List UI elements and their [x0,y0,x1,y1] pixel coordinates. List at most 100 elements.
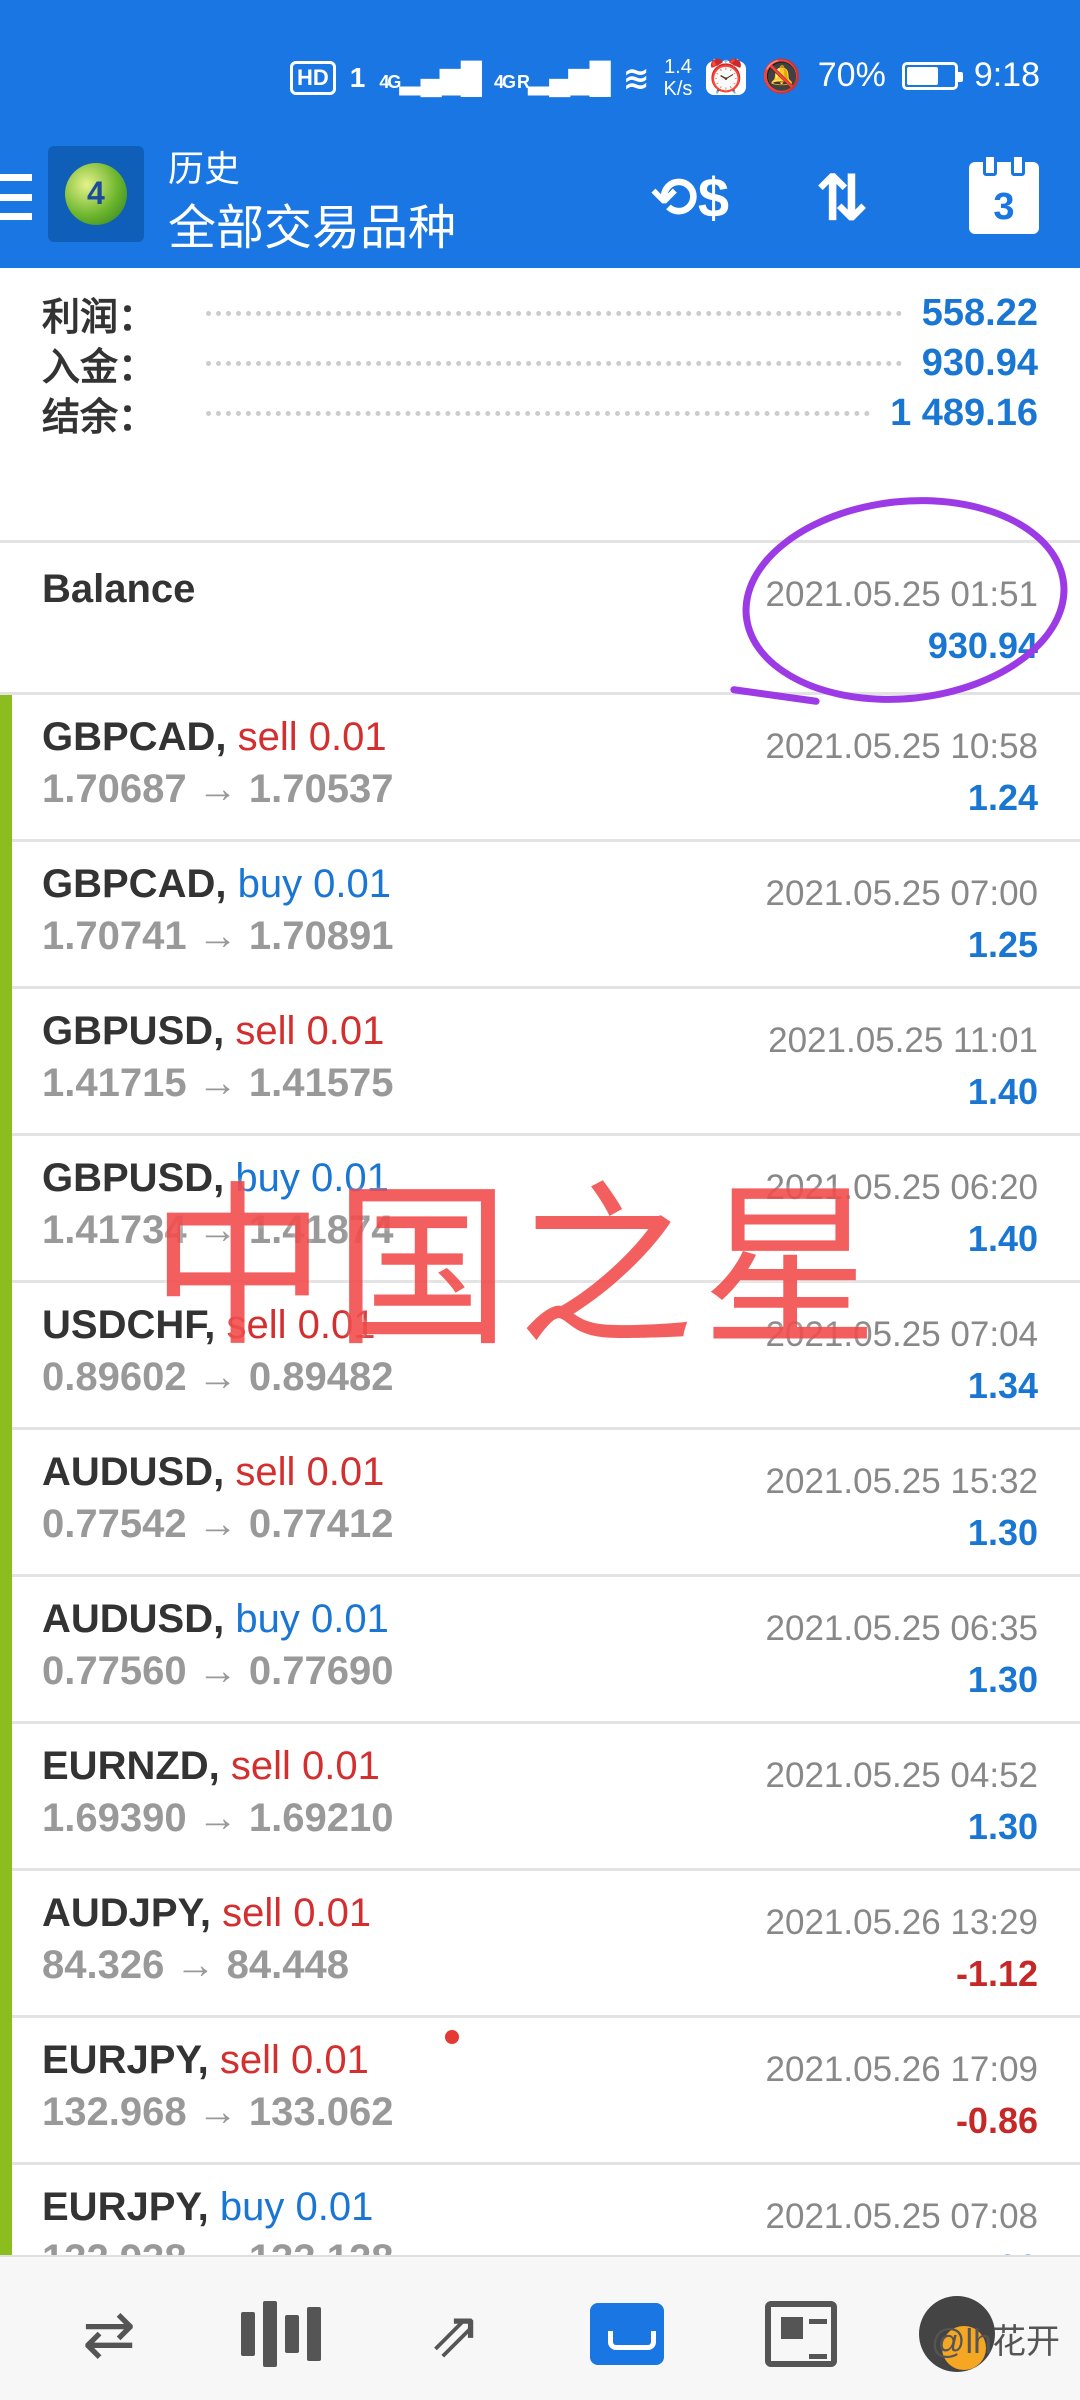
trade-time: 2021.05.25 06:35 [765,1609,1038,1648]
close-price: 0.77690 [248,1649,394,1693]
menu-icon[interactable] [0,174,32,220]
close-price: 1.70891 [248,914,394,958]
history-icon[interactable] [582,2289,672,2379]
status-right: ⏰ 🔕 70% 9:18 [706,56,1040,95]
trade-row[interactable]: EURJPY, buy 0.01 132.938 → 133.128 2021.05… [0,2165,1080,2255]
trade-type: sell 0.01 [237,715,387,759]
trade-prices: 1.70741 → 1.70891 [42,914,393,959]
close-price: 133.128 [249,2237,394,2255]
trade-indicator-bar [0,842,12,989]
trade-row[interactable]: GBPCAD, buy 0.01 1.70741 → 1.70891 2021.05… [0,842,1080,989]
balance-value: 1 489.16 [890,391,1038,434]
trade-symbol: GBPUSD, sell 0.01 [42,1009,385,1053]
open-price: 84.326 [42,1943,165,1987]
open-price: 1.41715 [42,1061,187,1105]
dotted-leader [206,310,902,316]
symbol-filter[interactable]: 全部交易品种 [168,188,456,258]
dollar-cycle-icon: ⟲$ [650,166,730,229]
chart-icon[interactable] [236,2289,326,2379]
trade-symbol: AUDUSD, sell 0.01 [42,1450,385,1494]
trade-row[interactable]: EURNZD, sell 0.01 1.69390 → 1.69210 2021.0… [0,1724,1080,1871]
arrow-right-icon: → [197,914,238,958]
trade-prices: 132.938 → 133.128 [42,2237,393,2255]
trade-profit: 1.90 [968,2247,1038,2255]
trade-profit: 1.25 [967,924,1038,965]
trade-type: buy 0.01 [219,2185,374,2229]
trade-time: 2021.05.26 13:29 [765,1903,1038,1942]
trade-time: 2021.05.26 17:09 [765,2050,1038,2089]
watermark-text: 中国之星 [150,1166,887,1371]
arrow-right-icon: → [197,767,238,811]
trade-type: sell 0.01 [219,2038,369,2082]
open-price: 1.70741 [42,914,187,958]
sort-icon: ⇅ [815,161,869,234]
open-price: 0.77560 [42,1649,187,1693]
trade-time: 2021.05.25 15:32 [765,1462,1038,1501]
trade-prices: 0.77542 → 0.77412 [42,1502,393,1547]
trade-profit: 1.34 [967,1365,1038,1406]
trade-symbol: AUDJPY, sell 0.01 [42,1891,372,1935]
trade-time: 2021.05.25 11:01 [768,1021,1038,1060]
trade-symbol: AUDUSD, buy 0.01 [42,1597,389,1641]
trade-row[interactable]: AUDJPY, sell 0.01 84.326 → 84.448 2021.05.… [0,1871,1080,2018]
news-icon[interactable] [756,2289,846,2379]
close-price: 1.41575 [248,1061,394,1105]
trade-indicator-bar [0,2018,12,2165]
trade-time: 2021.05.25 04:52 [765,1756,1038,1795]
arrow-right-icon: → [198,2237,238,2255]
period-button[interactable]: 3 [962,154,1046,240]
open-price: 132.968 [42,2090,187,2134]
network-speed: 1.4 K/s [663,56,693,100]
deposit-filter-button[interactable]: ⟲$ [648,156,732,240]
close-price: 1.70537 [248,767,394,811]
trade-row[interactable]: GBPCAD, sell 0.01 1.70687 → 1.70537 2021.0… [0,695,1080,842]
clock: 9:18 [973,56,1040,94]
trade-indicator-bar [0,2165,12,2255]
trade-row[interactable]: EURJPY, sell 0.01 132.968 → 133.062 2021.0… [0,2018,1080,2165]
page-title: 历史 [168,148,241,189]
open-price: 1.70687 [42,767,187,811]
battery-icon [901,61,963,90]
alarm-icon: ⏰ [706,57,746,94]
trade-symbol: EURNZD, sell 0.01 [42,1744,380,1788]
signal-icon: 4G▂▄▆█ [379,61,482,95]
balance-entry-label: Balance [42,567,196,611]
trade-prices: 1.41715 → 1.41575 [42,1061,393,1106]
trade-profit: 1.40 [967,1218,1038,1259]
trade-time: 2021.05.25 07:08 [765,2197,1038,2236]
trade-row[interactable]: AUDUSD, sell 0.01 0.77542 → 0.77412 2021.0… [0,1430,1080,1577]
trade-type: sell 0.01 [235,1450,385,1494]
trade-prices: 0.77560 → 0.77690 [42,1649,393,1694]
dotted-leader [206,410,871,416]
trade-indicator-bar [0,1283,12,1430]
wifi-icon: ≋ [622,60,650,96]
calendar-icon: 3 [969,154,1039,234]
bottom-nav: ⇄ ⇗ [0,2255,1080,2400]
sort-button[interactable]: ⇅ [800,156,884,240]
trade-profit: 1.30 [967,1806,1038,1847]
trade-profit: -1.12 [955,1953,1038,1994]
trade-row[interactable]: AUDUSD, buy 0.01 0.77560 → 0.77690 2021.05… [0,1577,1080,1724]
trade-row[interactable]: GBPUSD, sell 0.01 1.41715 → 1.41575 2021.0… [0,989,1080,1136]
trade-indicator-bar [0,1871,12,2018]
battery-percent: 70% [817,56,886,94]
quotes-icon[interactable]: ⇄ [64,2289,154,2379]
trade-prices: 132.968 → 133.062 [42,2090,393,2135]
balance-label: 结余： [42,396,157,439]
trade-symbol: GBPCAD, sell 0.01 [42,715,387,759]
arrow-right-icon: → [197,2090,238,2134]
trade-indicator-bar [0,989,12,1136]
arrow-right-icon: → [197,1649,238,1693]
close-price: 133.062 [248,2090,394,2134]
dotted-leader [206,360,902,366]
trade-type: buy 0.01 [235,1597,389,1641]
trade-history-list[interactable]: GBPCAD, sell 0.01 1.70687 → 1.70537 2021.0… [0,695,1080,2255]
trade-profit: 1.24 [967,777,1038,818]
app-bar: 历史 全部交易品种 ⟲$ ⇅ 3 [0,130,1080,268]
trade-icon[interactable]: ⇗ [410,2289,500,2379]
trade-indicator-bar [0,1430,12,1577]
trade-indicator-bar [0,1577,12,1724]
close-price: 0.77412 [248,1502,394,1546]
trade-time: 2021.05.25 10:58 [765,727,1038,766]
trade-indicator-bar [0,695,12,842]
